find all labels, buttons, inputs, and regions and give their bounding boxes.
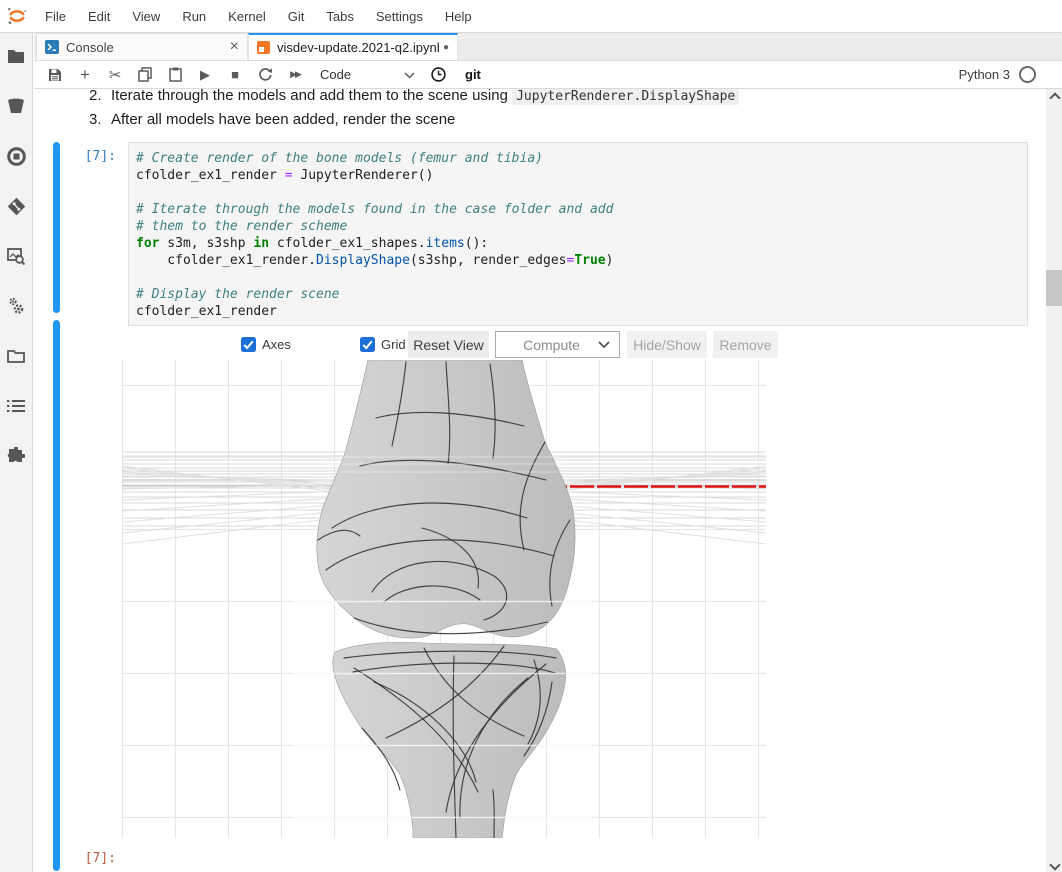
file-browser-icon[interactable] — [6, 46, 26, 66]
input-collapser[interactable] — [53, 142, 60, 313]
chevron-down-icon — [598, 341, 610, 349]
menu-help[interactable]: Help — [434, 1, 483, 32]
left-activity-bar — [0, 33, 33, 872]
restart-kernel-button[interactable] — [250, 63, 280, 87]
console-icon — [45, 40, 59, 54]
list-number: 3. — [89, 108, 111, 131]
kernel-name[interactable]: Python 3 — [959, 67, 1010, 82]
menu-bar: File Edit View Run Kernel Git Tabs Setti… — [0, 0, 1062, 33]
paste-cells-button[interactable] — [160, 63, 190, 87]
compute-select[interactable]: Compute — [495, 331, 620, 358]
cut-cells-button[interactable]: ✂ — [100, 63, 130, 87]
markdown-list-item-2: 2.Iterate through the models and add the… — [89, 89, 739, 108]
tab-notebook-label: visdev-update.2021-q2.ipynb — [277, 40, 439, 55]
menu-edit[interactable]: Edit — [77, 1, 121, 32]
markdown-cell: 2.Iterate through the models and add the… — [89, 89, 739, 131]
code-line — [136, 184, 1019, 201]
grid-checkbox[interactable]: Grid — [360, 331, 406, 358]
workspace-folder-icon[interactable] — [6, 346, 26, 366]
menu-settings[interactable]: Settings — [365, 1, 434, 32]
services-gears-icon[interactable] — [6, 296, 26, 316]
scrollbar-thumb[interactable] — [1046, 270, 1062, 306]
unsaved-dot: ● — [443, 42, 449, 53]
grid-label: Grid — [381, 337, 406, 352]
notebook-toolbar: + ✂ ▶ ■ ▶▶ Code git Python 3 — [34, 61, 1062, 89]
copy-cells-button[interactable] — [130, 63, 160, 87]
remove-button[interactable]: Remove — [713, 331, 778, 358]
menu-git[interactable]: Git — [277, 1, 316, 32]
femur-tibia-model — [317, 360, 575, 838]
close-icon[interactable]: × — [230, 39, 239, 55]
kernel-status-icon — [1019, 66, 1036, 83]
checkbox-checked-icon — [241, 337, 256, 352]
menu-file[interactable]: File — [34, 1, 77, 32]
output-collapser[interactable] — [53, 320, 60, 871]
history-clock-icon[interactable] — [423, 63, 453, 87]
chevron-down-icon[interactable] — [404, 67, 415, 82]
reset-view-button[interactable]: Reset View — [408, 331, 489, 358]
code-line: cfolder_ex1_render = JupyterRenderer() — [136, 167, 1019, 184]
code-line: # them to the render scheme — [136, 218, 1019, 235]
bucket-icon[interactable] — [6, 96, 26, 116]
scroll-up-icon[interactable] — [1050, 92, 1058, 100]
table-of-contents-icon[interactable] — [6, 396, 26, 416]
jupyter-logo-icon — [0, 5, 34, 27]
code-line — [136, 269, 1019, 286]
vertical-scrollbar[interactable] — [1046, 89, 1062, 872]
renderer-controls: Axes Grid Reset View Compute Hide/Show R… — [34, 331, 1046, 359]
axes-checkbox[interactable]: Axes — [241, 331, 291, 358]
extension-manager-icon[interactable] — [6, 446, 26, 466]
code-line: cfolder_ex1_render — [136, 303, 1019, 320]
run-cell-button[interactable]: ▶ — [190, 63, 220, 87]
save-button[interactable] — [40, 63, 70, 87]
notebook-panel: 2.Iterate through the models and add the… — [34, 89, 1046, 872]
inline-code: JupyterRenderer.DisplayShape — [512, 89, 739, 105]
execution-count-input: [7]: — [34, 149, 116, 164]
menu-view[interactable]: View — [121, 1, 171, 32]
code-line: # Display the render scene — [136, 286, 1019, 303]
markdown-text: After all models have been added, render… — [111, 111, 455, 128]
three-d-render-canvas[interactable] — [122, 360, 766, 838]
checkbox-checked-icon — [360, 337, 375, 352]
notebook-icon — [257, 41, 270, 54]
code-editor[interactable]: # Create render of the bone models (femu… — [128, 142, 1028, 326]
media-inspector-icon[interactable] — [6, 246, 26, 266]
dock-tab-bar: Console × visdev-update.2021-q2.ipynb ● — [34, 33, 1062, 61]
git-icon[interactable] — [6, 196, 26, 216]
markdown-list-item-3: 3.After all models have been added, rend… — [89, 108, 739, 131]
markdown-text: Iterate through the models and add them … — [111, 89, 512, 104]
axes-label: Axes — [262, 337, 291, 352]
code-line: # Create render of the bone models (femu… — [136, 150, 1019, 167]
execution-count-output: [7]: — [34, 851, 116, 866]
code-line: cfolder_ex1_render.DisplayShape(s3shp, r… — [136, 252, 1019, 269]
running-sessions-icon[interactable] — [6, 146, 26, 166]
git-toolbar-button[interactable]: git — [465, 67, 481, 82]
compute-select-value: Compute — [523, 337, 580, 353]
menu-kernel[interactable]: Kernel — [217, 1, 277, 32]
tab-notebook[interactable]: visdev-update.2021-q2.ipynb ● — [248, 33, 458, 60]
menu-run[interactable]: Run — [171, 1, 217, 32]
interrupt-kernel-button[interactable]: ■ — [220, 63, 250, 87]
restart-run-all-button[interactable]: ▶▶ — [280, 63, 310, 87]
cell-type-dropdown[interactable]: Code — [320, 67, 378, 82]
insert-cell-button[interactable]: + — [70, 63, 100, 87]
list-number: 2. — [89, 89, 111, 107]
tab-console[interactable]: Console × — [36, 33, 248, 60]
tab-console-label: Console — [66, 40, 224, 55]
hide-show-button[interactable]: Hide/Show — [627, 331, 707, 358]
menu-tabs[interactable]: Tabs — [315, 1, 364, 32]
scroll-down-icon[interactable] — [1050, 861, 1058, 869]
code-line: for s3m, s3shp in cfolder_ex1_shapes.ite… — [136, 235, 1019, 252]
code-line: # Iterate through the models found in th… — [136, 201, 1019, 218]
